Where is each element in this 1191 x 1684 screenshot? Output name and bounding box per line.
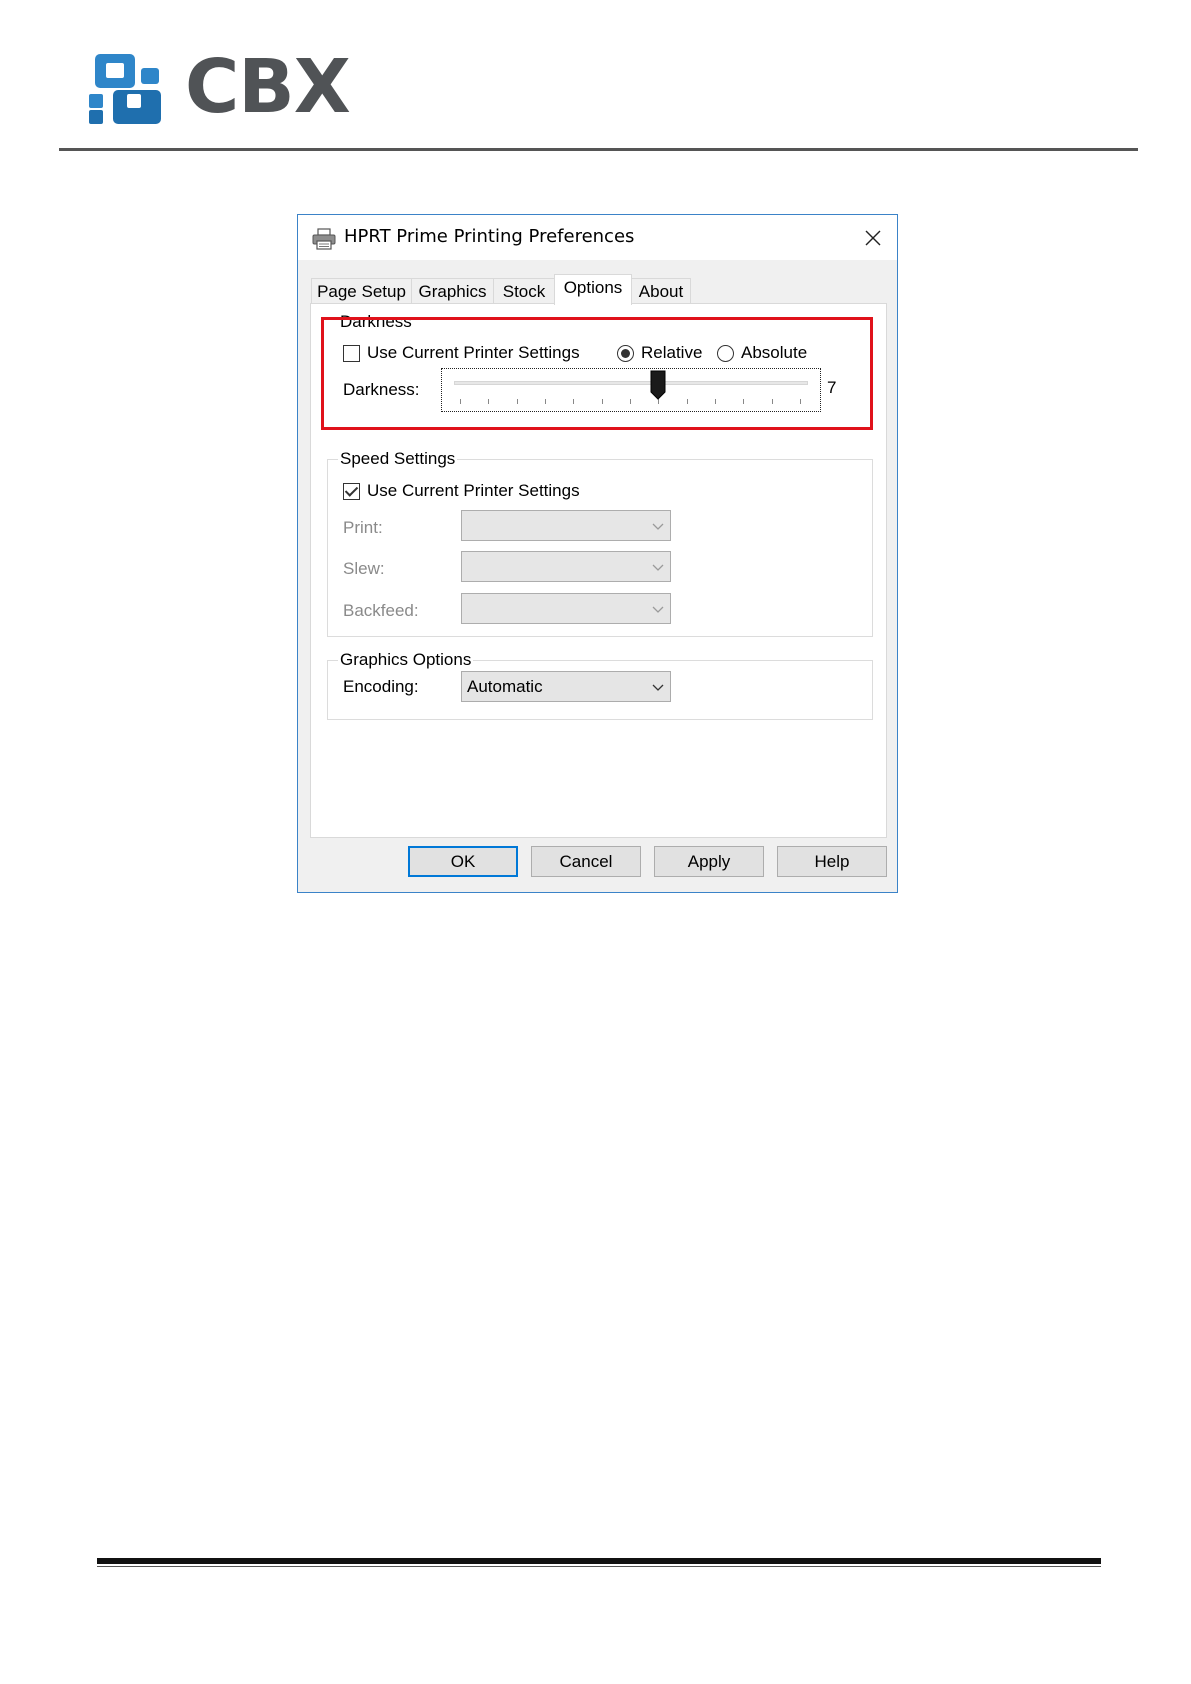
tab-graphics[interactable]: Graphics [411,278,494,303]
encoding-label: Encoding: [343,677,419,696]
speed-use-current-label: Use Current Printer Settings [367,481,580,500]
encoding-select[interactable]: Automatic [461,671,671,702]
print-speed-label: Print: [343,518,383,537]
cbx-logo-icon [89,54,161,124]
print-speed-select[interactable] [461,510,671,541]
slew-speed-select[interactable] [461,551,671,582]
backfeed-speed-label: Backfeed: [343,601,419,620]
graphics-options-title: Graphics Options [338,650,474,670]
speed-use-current-checkbox[interactable] [343,483,360,500]
tab-stock[interactable]: Stock [493,278,555,303]
close-icon[interactable] [858,223,888,253]
apply-button[interactable]: Apply [654,846,764,877]
logo-text: CBX [185,44,351,130]
chevron-down-icon [652,523,664,530]
chevron-down-icon [652,564,664,571]
footer-divider-thin [97,1566,1101,1567]
tab-page-setup[interactable]: Page Setup [311,278,412,303]
encoding-value: Automatic [467,677,543,696]
printing-preferences-dialog: HPRT Prime Printing Preferences Page Set… [297,214,898,893]
slew-speed-label: Slew: [343,559,385,578]
dialog-title: HPRT Prime Printing Preferences [344,226,635,247]
chevron-down-icon [652,684,664,691]
tab-about[interactable]: About [631,278,691,303]
footer-divider [97,1558,1101,1564]
backfeed-speed-select[interactable] [461,593,671,624]
chevron-down-icon [652,606,664,613]
darkness-highlight-box [321,317,873,430]
cancel-button[interactable]: Cancel [531,846,641,877]
tab-options[interactable]: Options [554,274,632,305]
cbx-logo: CBX [89,44,351,130]
ok-button[interactable]: OK [408,846,518,877]
speed-settings-title: Speed Settings [338,449,458,469]
header-divider [59,148,1138,151]
help-button[interactable]: Help [777,846,887,877]
printer-icon [312,228,336,250]
title-bar[interactable]: HPRT Prime Printing Preferences [298,215,897,260]
